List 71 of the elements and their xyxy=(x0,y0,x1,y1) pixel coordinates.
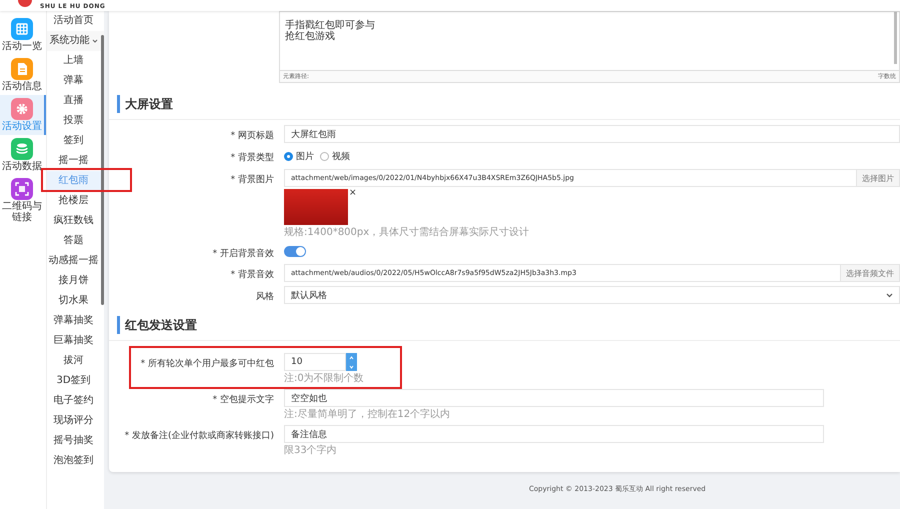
submenu-item[interactable]: 拔河 xyxy=(47,351,104,371)
submenu-item[interactable]: 上墙 xyxy=(47,51,104,71)
caret-icon xyxy=(92,39,98,43)
dropdown-value: 默认风格 xyxy=(291,290,327,302)
field-label: * 所有轮次单个用户最多可中红包 xyxy=(140,358,274,371)
submenu-item[interactable]: 泡泡签到 xyxy=(47,451,104,471)
field-label: * 发放备注(企业付款或商家转账接口) xyxy=(124,430,274,443)
hint-text: 注:尽量简单明了，控制在12个字以内 xyxy=(284,409,452,421)
choose-file-button[interactable]: 选择音频文件 xyxy=(841,264,900,282)
nav-label: 活动数据 xyxy=(1,161,43,172)
submenu-item[interactable]: 签到 xyxy=(47,131,104,151)
submenu-item[interactable]: 弹幕抽奖 xyxy=(47,311,104,331)
submenu-item[interactable]: 直播 xyxy=(47,91,104,111)
nav-item[interactable]: 活动信息 xyxy=(0,55,46,95)
text-field[interactable]: 空空如也 xyxy=(284,389,824,407)
submenu-item[interactable]: 活动首页 xyxy=(47,11,104,31)
nav-item[interactable]: 活动数据 xyxy=(0,135,46,175)
toggle-switch[interactable] xyxy=(284,246,306,257)
nav-item[interactable]: 二维码与链接 xyxy=(0,175,46,226)
submenu-group-label: 系统功能 xyxy=(50,34,90,48)
submenu-group[interactable]: 系统功能 xyxy=(47,31,104,51)
submenu-item[interactable]: 切水果 xyxy=(47,291,104,311)
scrollbar-thumb[interactable] xyxy=(894,12,897,64)
editor-text-line: 手指戳红包即可参与 xyxy=(285,20,376,31)
radio-option[interactable]: 图片 xyxy=(284,150,314,162)
choose-file-button[interactable]: 选择图片 xyxy=(857,169,900,187)
section-title: 红包发送设置 xyxy=(117,316,900,334)
radio-button[interactable] xyxy=(320,152,329,160)
submenu-item[interactable]: 接月饼 xyxy=(47,271,104,291)
submenu-item[interactable]: 弹幕 xyxy=(47,71,104,91)
submenu-item[interactable]: 抢楼层 xyxy=(47,191,104,211)
submenu-item[interactable]: 摇一摇 xyxy=(47,151,104,171)
submenu-item[interactable]: 现场评分 xyxy=(47,411,104,431)
radio-label: 视频 xyxy=(332,150,350,162)
submenu-item[interactable]: 3D签到 xyxy=(47,371,104,391)
nav-label: 活动信息 xyxy=(1,81,43,92)
nav-label: 活动一览 xyxy=(1,41,43,52)
hint-text: 限33个字内 xyxy=(284,445,338,457)
field-label: * 网页标题 xyxy=(230,130,274,143)
dropdown[interactable]: 默认风格 xyxy=(284,286,900,304)
nav-label: 活动设置 xyxy=(1,121,43,132)
field-label: * 背景音效 xyxy=(230,268,274,282)
submenu-item[interactable]: 答题 xyxy=(47,231,104,251)
hint-text: 注:0为不限制个数 xyxy=(284,373,365,385)
field-label: * 空包提示文字 xyxy=(212,394,274,407)
submenu-item[interactable]: 疯狂数钱 xyxy=(47,211,104,231)
submenu-item[interactable]: 电子签约 xyxy=(47,391,104,411)
field-label: * 开启背景音效 xyxy=(212,248,274,260)
text-field[interactable]: 备注信息 xyxy=(284,425,824,443)
radio-button[interactable] xyxy=(284,152,293,160)
hint-text: 规格:1400*800px，具体尺寸需结合屏幕实际尺寸设计 xyxy=(284,227,530,239)
radio-option[interactable]: 视频 xyxy=(320,150,350,162)
submenu-item[interactable]: 投票 xyxy=(47,111,104,131)
submenu-item[interactable]: 摇号抽奖 xyxy=(47,431,104,451)
submenu-item[interactable]: 巨幕抽奖 xyxy=(47,331,104,351)
number-field[interactable]: 10 xyxy=(284,353,346,371)
chevron-down-icon xyxy=(886,292,893,298)
radio-label: 图片 xyxy=(296,150,314,162)
scrollbar-thumb[interactable] xyxy=(101,35,104,305)
field-label: * 背景类型 xyxy=(230,152,274,165)
remove-button[interactable]: × xyxy=(349,189,357,197)
submenu-item[interactable]: 动感摇一摇 xyxy=(47,251,104,271)
spinner-button[interactable] xyxy=(346,353,357,371)
nav-item[interactable]: 活动一览 xyxy=(0,15,46,55)
image-thumbnail xyxy=(284,189,348,225)
text-field[interactable]: 大屏红包雨 xyxy=(284,125,900,143)
field-label: 风格 xyxy=(255,290,274,304)
field-label: * 背景图片 xyxy=(230,174,274,187)
nav-label: 二维码与链接 xyxy=(1,201,43,223)
section-title: 大屏设置 xyxy=(117,95,900,113)
editor-text-line: 抢红包游戏 xyxy=(285,31,336,42)
